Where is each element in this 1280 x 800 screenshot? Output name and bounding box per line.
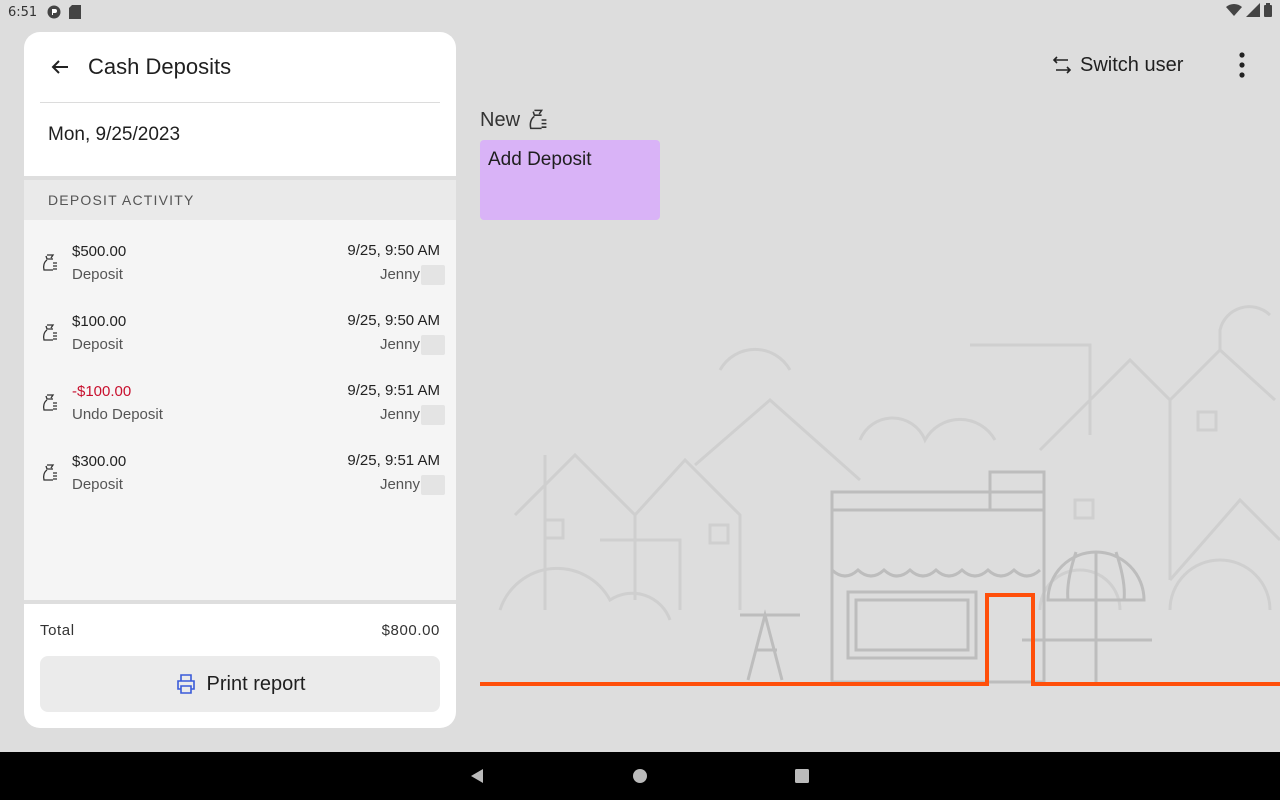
activity-user-name: Jenny (379, 336, 420, 353)
signal-icon (1246, 3, 1260, 21)
home-circle-icon (633, 769, 647, 783)
overflow-menu-button[interactable] (1228, 48, 1256, 82)
page-title: Cash Deposits (88, 54, 232, 79)
activity-type: Deposit (72, 266, 123, 283)
total-label: Total (40, 621, 75, 639)
activity-amount: $500.00 (72, 243, 127, 260)
panel-header: Cash Deposits (24, 32, 456, 102)
cash-deposits-panel: Cash Deposits Mon, 9/25/2023 DEPOSIT ACT… (24, 32, 456, 728)
nav-recents-button[interactable] (792, 766, 812, 786)
wifi-icon (1226, 3, 1242, 21)
activity-row[interactable]: $500.00 Deposit 9/25, 9:50 AM Jenny (24, 228, 456, 298)
user-avatar (421, 334, 445, 355)
arrow-left-icon (51, 60, 68, 74)
status-bar: 6:51 (0, 0, 1280, 24)
activity-user: Jenny (379, 474, 445, 495)
money-bag-icon (40, 463, 60, 483)
user-avatar (421, 404, 445, 425)
activity-row[interactable]: -$100.00 Undo Deposit 9/25, 9:51 AM Jenn… (24, 368, 456, 438)
activity-user-name: Jenny (379, 476, 420, 493)
activity-type: Deposit (72, 336, 123, 353)
add-deposit-tile[interactable]: Add Deposit (480, 140, 660, 220)
nav-home-button[interactable] (630, 766, 650, 786)
storefront-illustration (480, 305, 1280, 686)
add-deposit-label: Add Deposit (488, 149, 592, 170)
activity-type: Deposit (72, 476, 123, 493)
activity-time: 9/25, 9:50 AM (347, 311, 440, 329)
activity-row[interactable]: $300.00 Deposit 9/25, 9:51 AM Jenny (24, 438, 456, 508)
activity-user-name: Jenny (379, 406, 420, 423)
print-report-button[interactable]: Print report (40, 656, 440, 712)
sd-card-icon (69, 5, 82, 19)
user-avatar (421, 474, 445, 495)
status-time: 6:51 (8, 4, 38, 20)
back-button[interactable] (48, 55, 72, 79)
activity-amount: $100.00 (72, 313, 127, 330)
switch-user-button[interactable]: Switch user (1052, 50, 1183, 80)
total-value: $800.00 (381, 621, 440, 639)
activity-time: 9/25, 9:50 AM (347, 241, 440, 259)
print-report-label: Print report (206, 672, 306, 695)
square-recents-icon (795, 769, 809, 783)
printer-icon (176, 674, 195, 694)
activity-user: Jenny (379, 264, 445, 285)
date-selector[interactable]: Mon, 9/25/2023 (24, 103, 456, 167)
activity-time: 9/25, 9:51 AM (347, 381, 440, 399)
activity-time: 9/25, 9:51 AM (347, 451, 440, 469)
money-bag-icon (529, 109, 547, 130)
status-indicators (1226, 3, 1272, 21)
money-bag-icon (40, 393, 60, 413)
section-header: DEPOSIT ACTIVITY (24, 180, 456, 220)
activity-row[interactable]: $100.00 Deposit 9/25, 9:50 AM Jenny (24, 298, 456, 368)
activity-amount: $300.00 (72, 453, 127, 470)
activity-type: Undo Deposit (72, 406, 163, 423)
more-vert-icon (1239, 52, 1245, 78)
switch-user-label: Switch user (1080, 53, 1184, 76)
activity-user: Jenny (379, 404, 445, 425)
money-bag-icon (40, 253, 60, 273)
battery-icon (1264, 3, 1272, 21)
new-section-label: New (480, 108, 548, 132)
activity-user-name: Jenny (379, 266, 420, 283)
user-avatar (421, 264, 445, 285)
activity-amount: -$100.00 (72, 383, 132, 400)
new-label: New (480, 108, 521, 131)
money-bag-icon (40, 323, 60, 343)
nav-back-button[interactable] (467, 766, 487, 786)
deposit-activity-list: $500.00 Deposit 9/25, 9:50 AM Jenny $100… (24, 220, 456, 600)
swap-arrows-icon (1052, 56, 1072, 74)
system-nav-bar (0, 752, 1280, 800)
triangle-back-icon (471, 769, 483, 783)
total-row: Total $800.00 (24, 604, 456, 656)
activity-user: Jenny (379, 334, 445, 355)
app-notification-icon (47, 5, 61, 19)
